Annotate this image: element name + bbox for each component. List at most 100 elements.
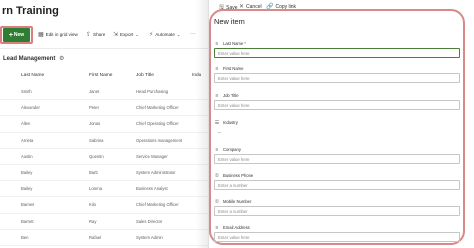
plus-icon: +: [8, 31, 13, 39]
edit-grid-button[interactable]: ▦ Edit in grid view: [38, 31, 78, 38]
field-label: ① Business Phone: [214, 172, 460, 179]
new-button[interactable]: + New: [3, 28, 30, 42]
field-label: ≡ Email Address: [214, 224, 460, 231]
panel-title: New item: [214, 17, 245, 26]
cell-job-title: Head Purchasing: [136, 89, 169, 94]
first-name-input[interactable]: Enter value here: [214, 73, 460, 83]
favorite-icon[interactable]: ⚙: [59, 56, 64, 62]
industry-select[interactable]: --: [214, 127, 460, 137]
mobile-number-input[interactable]: Enter a number: [214, 206, 460, 216]
cell-job-title: Operations management: [136, 137, 183, 143]
field-label: ☰ Industry: [214, 119, 460, 126]
job-title-input[interactable]: Enter value here: [214, 100, 460, 110]
list-title-text: Lead Management: [3, 56, 56, 62]
new-item-panel: 🖫 Save ✕ Cancel 🔗 Copy link New item ≡ L…: [208, 0, 474, 248]
column-header-last-name[interactable]: Last Name: [21, 73, 44, 78]
field-job-title: ≡ Job Title Enter value here: [214, 92, 460, 110]
cell-last-name: Allen: [21, 121, 31, 127]
cell-job-title: Chief Operating Officer: [136, 121, 179, 127]
field-label: ≡ Job Title: [214, 92, 460, 99]
panel-shadow: [196, 0, 208, 248]
export-button[interactable]: ⇲ Export ⌄: [113, 31, 139, 38]
field-label: ≡ Company: [214, 146, 460, 153]
cell-last-name: Arrieta: [21, 137, 34, 143]
share-icon: ⇪: [86, 32, 92, 38]
list-title: Lead Management ⚙: [3, 55, 64, 62]
cell-job-title: Chief Marketing Officer: [136, 202, 179, 208]
cell-job-title: Business Analyst: [136, 186, 168, 192]
table-row[interactable]: Austin Quentin Service Manager: [0, 149, 210, 165]
placeholder-text: Enter value here: [218, 102, 250, 108]
table-row[interactable]: Bailey Lorena Business Analyst: [0, 181, 210, 198]
table-row[interactable]: Bailey Barb System Administrator: [0, 165, 210, 182]
column-header-job-title[interactable]: Job Title: [136, 73, 154, 78]
cell-first-name: Lorena: [89, 186, 103, 192]
cell-last-name: Alexander: [21, 105, 40, 111]
table-row[interactable]: Smith Janet Head Purchasing: [0, 84, 210, 101]
field-label-text: Email Address: [223, 225, 250, 230]
field-last-name: ≡ Last Name * Enter value here: [214, 40, 460, 58]
field-industry: ☰ Industry --: [214, 119, 460, 137]
cell-first-name: Rafael: [89, 234, 102, 240]
cell-first-name: Peter: [89, 105, 100, 111]
field-label: ≡ Last Name *: [214, 40, 460, 47]
column-header-first-name[interactable]: First Name: [89, 73, 112, 78]
number-field-icon: ①: [214, 172, 220, 179]
cell-last-name: Barrett: [21, 218, 34, 224]
text-field-icon: ≡: [215, 65, 219, 72]
list-rows: Smith Janet Head Purchasing Alexander Peter…: [0, 84, 210, 246]
field-label: ≡ First Name: [214, 65, 460, 72]
cell-job-title: Service Manager: [136, 153, 168, 159]
automate-button[interactable]: ⚡ Automate ⌄: [149, 31, 180, 38]
table-row[interactable]: Ben Rafael System Admin: [0, 230, 210, 246]
divider: [0, 48, 215, 49]
placeholder-text: Enter value here: [218, 234, 250, 240]
last-name-input[interactable]: Enter value here: [214, 48, 460, 58]
field-label-text: First Name: [223, 66, 244, 71]
business-phone-input[interactable]: Enter a number: [214, 180, 460, 190]
table-row[interactable]: Arrieta Sabrina Operations management: [0, 133, 210, 149]
share-button[interactable]: ⇪ Share: [86, 31, 105, 38]
page-title: rn Training: [2, 5, 59, 17]
table-row[interactable]: Barnes Kilo Chief Marketing Officer: [0, 197, 210, 214]
text-field-icon: ≡: [215, 92, 219, 99]
edit-grid-label: Edit in grid view: [45, 32, 78, 37]
cell-first-name: Sabrina: [89, 137, 104, 143]
placeholder-text: Enter value here: [218, 156, 250, 162]
automate-icon: ⚡: [149, 32, 154, 38]
placeholder-text: Enter value here: [218, 50, 250, 56]
placeholder-text: Enter a number: [218, 182, 248, 188]
cell-job-title: Sales Director: [136, 218, 163, 224]
table-row[interactable]: Allen Jonas Chief Operating Officer: [0, 116, 210, 133]
table-row[interactable]: Barrett Ray Sales Director: [0, 214, 210, 230]
email-address-input[interactable]: Enter value here: [214, 232, 460, 242]
cell-first-name: Janet: [89, 89, 100, 94]
field-company: ≡ Company Enter value here: [214, 146, 460, 164]
field-email-address: ≡ Email Address Enter value here: [214, 224, 460, 242]
field-label-text: Industry: [223, 120, 238, 125]
text-field-icon: ≡: [215, 146, 219, 153]
required-marker: *: [244, 41, 246, 46]
field-business-phone: ① Business Phone Enter a number: [214, 172, 460, 190]
cell-job-title: System Admin: [136, 234, 163, 240]
field-label-text: Business Phone: [223, 173, 254, 178]
cell-last-name: Smith: [21, 89, 32, 94]
table-row[interactable]: Alexander Peter Chief Marketing Officer: [0, 100, 210, 117]
field-label-text: Mobile Number: [223, 199, 252, 204]
automate-label: Automate: [155, 32, 175, 37]
field-label-text: Last Name: [223, 41, 244, 46]
cell-first-name: Quentin: [89, 153, 104, 159]
cell-job-title: System Administrator: [136, 169, 176, 175]
export-label: Export: [120, 32, 134, 37]
cell-first-name: Kilo: [89, 202, 96, 208]
cell-last-name: Bailey: [21, 169, 33, 175]
field-first-name: ≡ First Name Enter value here: [214, 65, 460, 83]
choice-field-icon: ☰: [214, 119, 220, 126]
cell-first-name: Jonas: [89, 121, 101, 127]
field-label: ① Mobile Number: [214, 198, 460, 205]
export-icon: ⇲: [113, 32, 119, 38]
company-input[interactable]: Enter value here: [214, 154, 460, 164]
field-label-text: Job Title: [223, 93, 239, 98]
share-label: Share: [93, 32, 106, 37]
chevron-down-icon: ⌄: [135, 32, 139, 37]
